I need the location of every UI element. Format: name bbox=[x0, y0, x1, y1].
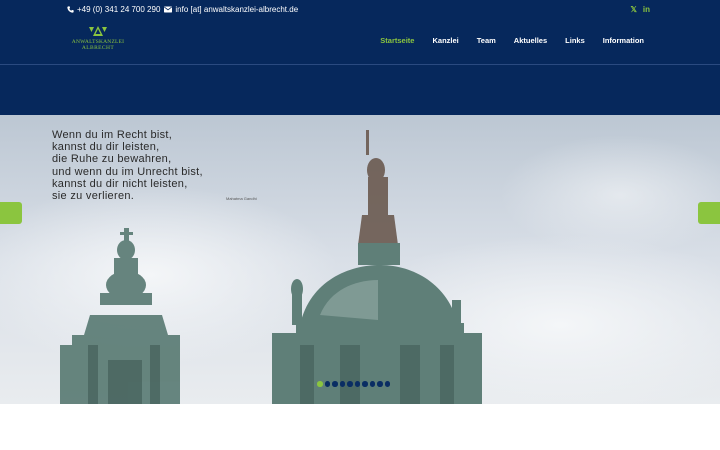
slider-dot[interactable] bbox=[362, 381, 368, 387]
site-logo[interactable]: ANWALTSKANZLEI ALBRECHT bbox=[68, 26, 128, 56]
email-address[interactable]: info [at] anwaltskanzlei-albrecht.de bbox=[175, 5, 298, 14]
nav-item-startseite[interactable]: Startseite bbox=[371, 36, 423, 45]
nav-item-links[interactable]: Links bbox=[556, 36, 594, 45]
envelope-icon bbox=[164, 6, 173, 12]
slider-dot[interactable] bbox=[369, 381, 375, 387]
top-bar: +49 (0) 341 24 700 290 info [at] anwalts… bbox=[0, 0, 720, 18]
nav-item-aktuelles[interactable]: Aktuelles bbox=[505, 36, 556, 45]
slider-pagination bbox=[317, 381, 390, 387]
header-divider bbox=[0, 64, 720, 65]
linkedin-icon[interactable]: in bbox=[643, 5, 650, 14]
quote-line: Wenn du im Recht bist, bbox=[52, 129, 173, 141]
quote-line: sie zu verlieren. bbox=[52, 190, 135, 203]
phone-number[interactable]: +49 (0) 341 24 700 290 bbox=[77, 5, 160, 14]
quote-line: die Ruhe zu bewahren, bbox=[52, 153, 172, 166]
hero-quote: Wenn du im Recht bist, kannst du dir lei… bbox=[52, 129, 203, 202]
xing-icon[interactable]: 𝕏 bbox=[630, 5, 636, 14]
nav-item-information[interactable]: Information bbox=[594, 36, 644, 45]
slider-dot[interactable] bbox=[377, 381, 383, 387]
quote-line: und wenn du im Unrecht bist, bbox=[52, 165, 203, 178]
quote-author: Mahatma Gandhi bbox=[226, 196, 257, 201]
slider-dot[interactable] bbox=[317, 381, 323, 387]
logo-emblem-icon bbox=[89, 26, 107, 36]
slider-dot[interactable] bbox=[339, 381, 345, 387]
quote-line: kannst du dir nicht leisten, bbox=[52, 177, 188, 190]
main-navigation: Startseite Kanzlei Team Aktuelles Links … bbox=[371, 36, 644, 45]
main-header: ANWALTSKANZLEI ALBRECHT Startseite Kanzl… bbox=[0, 18, 720, 115]
slider-next-button[interactable] bbox=[698, 202, 720, 224]
slider-dot[interactable] bbox=[347, 381, 353, 387]
nav-item-kanzlei[interactable]: Kanzlei bbox=[423, 36, 467, 45]
phone-icon bbox=[67, 5, 74, 13]
hero-slider: Wenn du im Recht bist, kannst du dir lei… bbox=[0, 115, 720, 404]
quote-line: kannst du dir leisten, bbox=[52, 141, 160, 154]
phone-contact[interactable]: +49 (0) 341 24 700 290 bbox=[67, 5, 160, 14]
nav-item-team[interactable]: Team bbox=[468, 36, 505, 45]
email-contact[interactable]: info [at] anwaltskanzlei-albrecht.de bbox=[164, 5, 298, 14]
social-links: 𝕏 in bbox=[630, 0, 650, 18]
slider-dot[interactable] bbox=[332, 381, 338, 387]
logo-line-2: ALBRECHT bbox=[81, 45, 115, 51]
slider-dot[interactable] bbox=[384, 381, 390, 387]
slider-dot[interactable] bbox=[354, 381, 360, 387]
slider-dot[interactable] bbox=[324, 381, 330, 387]
slider-prev-button[interactable] bbox=[0, 202, 22, 224]
contact-info: +49 (0) 341 24 700 290 info [at] anwalts… bbox=[67, 0, 298, 18]
